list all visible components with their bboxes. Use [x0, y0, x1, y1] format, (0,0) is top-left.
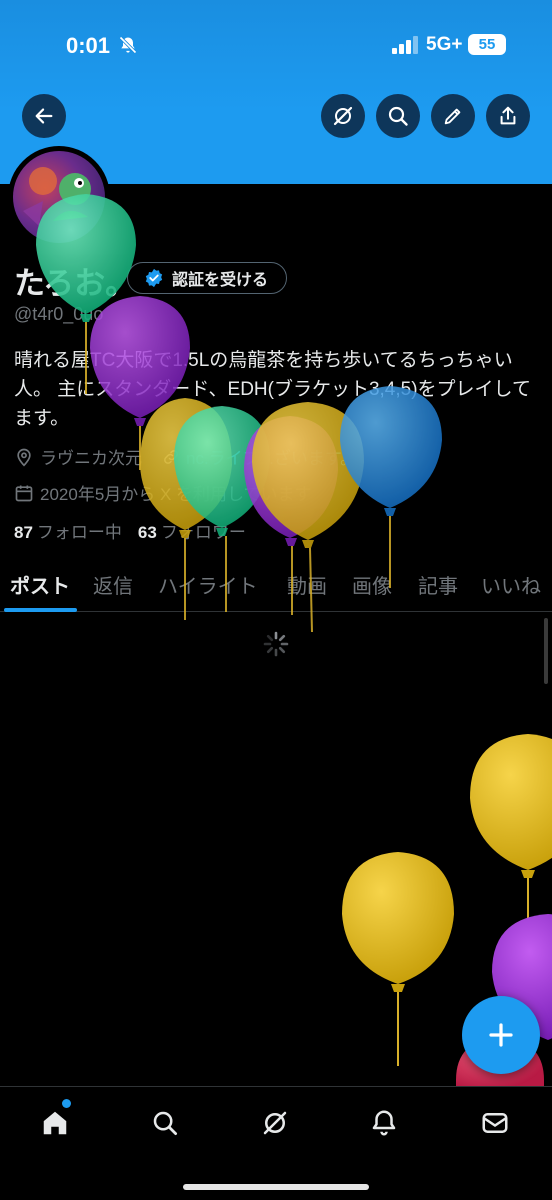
- verified-badge-icon: [145, 268, 163, 288]
- following-stat[interactable]: 87 フォロー中: [14, 518, 122, 543]
- loading-spinner-icon: [263, 631, 289, 657]
- followers-stat[interactable]: 63 フォロワー: [138, 518, 246, 543]
- search-icon: [388, 106, 408, 126]
- display-name: たろお。: [14, 266, 137, 301]
- nav-search[interactable]: [145, 1103, 185, 1143]
- follow-stats: 87 フォロー中 63 フォロワー: [14, 518, 246, 543]
- location-pin-icon: [17, 448, 31, 467]
- grok-icon: [263, 1111, 287, 1135]
- search-button[interactable]: [376, 94, 420, 138]
- grok-button[interactable]: [321, 94, 365, 138]
- nav-home[interactable]: [35, 1103, 75, 1143]
- status-bar: 0:01 5G+ 55: [0, 0, 552, 90]
- location-text: ラヴニカ次元: [40, 449, 142, 468]
- get-verified-button[interactable]: 認証を受ける: [127, 262, 287, 294]
- status-time: 0:01: [66, 33, 111, 58]
- following-count: 87: [14, 523, 33, 542]
- grok-icon: [333, 106, 353, 126]
- get-verified-label: 認証を受ける: [172, 272, 269, 289]
- website-link[interactable]: nc.ライブ...ざいます。: [186, 444, 357, 469]
- tab-highlights[interactable]: ハイライト: [158, 570, 258, 599]
- battery-indicator: 55: [468, 34, 506, 55]
- nav-messages[interactable]: [475, 1103, 515, 1143]
- mail-icon: [482, 1113, 508, 1133]
- compose-button[interactable]: [462, 996, 540, 1074]
- avatar-image: [13, 151, 105, 243]
- search-icon: [153, 1111, 177, 1135]
- nav-notifications[interactable]: [364, 1103, 404, 1143]
- signal-icon: [392, 36, 418, 54]
- bottom-nav: [0, 1086, 552, 1200]
- balloon-yellow: [470, 734, 552, 960]
- profile-meta-location: ラヴニカ次元 nc.ライブ...ざいます。: [14, 444, 357, 469]
- nav-grok[interactable]: [255, 1103, 295, 1143]
- tab-videos[interactable]: 動画: [287, 570, 327, 599]
- avatar[interactable]: [8, 146, 110, 248]
- bell-icon: [372, 1110, 396, 1136]
- scrollbar[interactable]: [544, 618, 548, 684]
- profile-tabs: ポスト 返信 ハイライト 動画 画像 記事 いいね: [0, 562, 552, 612]
- followers-label: フォロワー: [160, 523, 246, 542]
- network-label: 5G+: [426, 34, 463, 55]
- tab-images[interactable]: 画像: [352, 570, 392, 599]
- balloon-yellow: [342, 852, 454, 1066]
- edit-button[interactable]: [431, 94, 475, 138]
- link-icon: [164, 449, 178, 464]
- share-button[interactable]: [486, 94, 530, 138]
- active-tab-indicator: [4, 608, 77, 612]
- profile-handle: @t4r0_0uo: [14, 304, 104, 324]
- home-icon: [43, 1111, 67, 1135]
- bell-slash-icon: [119, 36, 137, 54]
- plus-icon: [489, 1023, 513, 1047]
- home-indicator: [183, 1184, 369, 1190]
- pencil-icon: [444, 108, 461, 125]
- share-icon: [500, 106, 516, 125]
- joined-text: 2020年5月から X を利用しています: [40, 485, 312, 504]
- following-label: フォロー中: [36, 523, 122, 542]
- arrow-left-icon: [35, 108, 53, 124]
- tab-replies[interactable]: 返信: [93, 570, 133, 599]
- profile-bio: 晴れる屋TC大阪で1.5Lの烏龍茶を持ち歩いてるちっちゃい人。 主にスタンダード…: [14, 350, 531, 429]
- home-notification-dot: [62, 1099, 71, 1108]
- tab-articles[interactable]: 記事: [418, 570, 458, 599]
- profile-meta-joined: 2020年5月から X を利用しています: [14, 480, 312, 505]
- followers-count: 63: [137, 523, 157, 542]
- calendar-icon: [15, 485, 33, 501]
- back-button[interactable]: [22, 94, 66, 138]
- tab-likes[interactable]: いいね: [481, 570, 541, 599]
- tab-posts[interactable]: ポスト: [10, 570, 70, 599]
